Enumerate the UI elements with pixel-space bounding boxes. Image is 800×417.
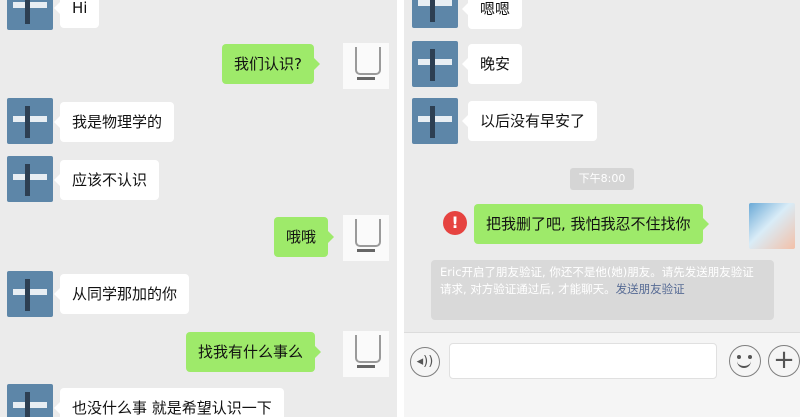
message-input[interactable] xyxy=(449,343,717,379)
message-bubble-outgoing: 找我有什么事么 xyxy=(186,332,322,372)
message-bubble-incoming: Hi xyxy=(53,0,100,28)
message-bubble-incoming: 我是物理学的 xyxy=(53,102,175,142)
send-failed-icon[interactable]: ! xyxy=(443,211,467,235)
self-avatar[interactable] xyxy=(749,203,795,249)
contact-avatar[interactable] xyxy=(412,98,458,144)
contact-avatar[interactable] xyxy=(7,271,53,317)
time-label: 下午8:00 xyxy=(570,168,634,190)
voice-icon[interactable]: ◂)) xyxy=(410,347,440,377)
input-bar: ◂)) + xyxy=(404,332,800,417)
message-bubble-incoming: 应该不认识 xyxy=(53,160,160,200)
self-avatar[interactable] xyxy=(343,43,389,89)
left-chat-panel: Hi 我们认识? 我是物理学的 应该不认识 哦哦 从同学那加的你 找我有什么事么… xyxy=(0,0,397,417)
plus-icon[interactable]: + xyxy=(768,345,800,377)
message-bubble-outgoing: 把我删了吧, 我怕我忍不住找你 xyxy=(474,204,709,244)
message-bubble-incoming: 从同学那加的你 xyxy=(53,274,190,314)
message-bubble-incoming: 也没什么事 就是希望认识一下 xyxy=(54,388,284,417)
message-bubble-incoming: 晚安 xyxy=(461,44,523,84)
message-bubble-incoming: 以后没有早安了 xyxy=(461,101,598,141)
friend-verification-notice: Eric开启了朋友验证, 你还不是他(她)朋友。请先发送朋友验证请求, 对方验证… xyxy=(431,260,774,320)
self-avatar[interactable] xyxy=(343,215,389,261)
message-bubble-outgoing: 哦哦 xyxy=(274,217,335,257)
contact-avatar[interactable] xyxy=(7,384,53,417)
self-avatar[interactable] xyxy=(343,331,389,377)
contact-avatar[interactable] xyxy=(412,0,458,28)
message-bubble-incoming: 嗯嗯 xyxy=(461,0,523,29)
message-bubble-outgoing: 我们认识? xyxy=(222,44,320,84)
send-verification-link[interactable]: 发送朋友验证 xyxy=(616,282,685,296)
right-chat-panel: 嗯嗯 晚安 以后没有早安了 下午8:00 ! 把我删了吧, 我怕我忍不住找你 E… xyxy=(404,0,800,417)
contact-avatar[interactable] xyxy=(7,98,53,144)
contact-avatar[interactable] xyxy=(412,41,458,87)
contact-avatar[interactable] xyxy=(7,0,53,30)
emoji-icon[interactable] xyxy=(729,345,761,377)
notice-text: Eric开启了朋友验证, 你还不是他(她)朋友。请先发送朋友验证请求, 对方验证… xyxy=(440,265,754,296)
contact-avatar[interactable] xyxy=(7,156,53,202)
